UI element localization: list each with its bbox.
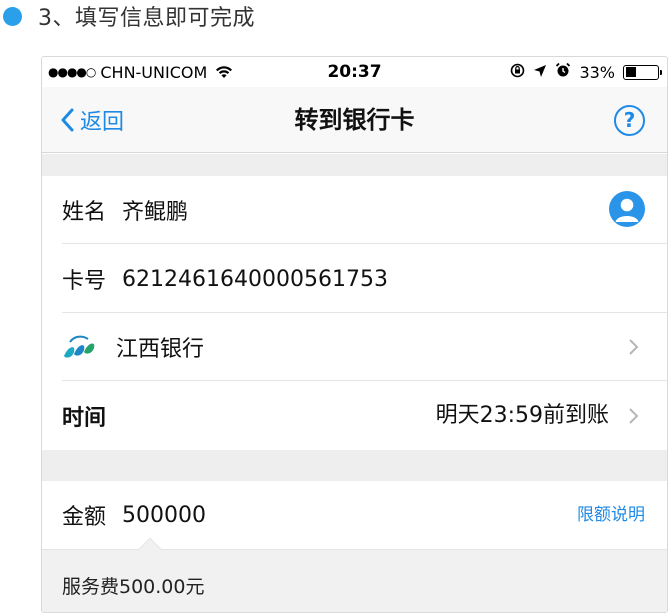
time-label: 时间 [62, 406, 107, 431]
status-bar: ●●●●○ CHN-UNICOM 20:37 33% [42, 57, 667, 87]
battery-percent: 33% [579, 62, 615, 82]
bank-logo [62, 332, 98, 362]
location-arrow-icon [533, 63, 547, 82]
step-text: 3、填写信息即可完成 [38, 6, 255, 31]
name-value[interactable]: 齐鲲鹏 [122, 194, 188, 226]
bank-name: 江西银行 [116, 337, 205, 362]
phone-screenshot: ●●●●○ CHN-UNICOM 20:37 33% 返回 转到银行卡 ? 姓名… [41, 56, 668, 613]
alarm-icon [555, 62, 571, 82]
section-divider [42, 154, 667, 176]
battery-icon [623, 64, 662, 80]
limit-info-link[interactable]: 限额说明 [577, 481, 645, 549]
service-fee-text: 服务费500.00元 [62, 576, 205, 598]
arrival-time-row[interactable]: 时间 明天23:59前到账 [42, 382, 667, 450]
fee-panel: 服务费500.00元 [42, 537, 667, 612]
card-label: 卡号 [62, 269, 107, 294]
bullet-dot [3, 6, 22, 26]
step-heading: 3、填写信息即可完成 [0, 0, 255, 32]
amount-row: 金额 500000 限额说明 [42, 481, 667, 549]
page-title: 转到银行卡 [294, 106, 415, 134]
lock-rotation-icon [510, 63, 525, 82]
help-icon[interactable]: ? [614, 105, 645, 136]
card-number[interactable]: 6212461640000561753 [122, 267, 388, 292]
chevron-right-icon [628, 338, 639, 360]
card-row: 卡号 6212461640000561753 [42, 245, 667, 313]
page: 3、填写信息即可完成 ●●●●○ CHN-UNICOM 20:37 33% 返回… [0, 0, 671, 616]
amount-input[interactable]: 500000 [122, 503, 206, 528]
contact-icon[interactable] [609, 191, 645, 227]
section-divider [42, 450, 667, 481]
name-row: 姓名 齐鲲鹏 [42, 176, 667, 244]
nav-bar: 返回 转到银行卡 ? [42, 87, 667, 153]
arrival-time-value: 明天23:59前到账 [435, 403, 609, 428]
battery-level [625, 67, 636, 77]
amount-label: 金额 [62, 505, 107, 530]
bank-row[interactable]: 江西银行 [42, 313, 667, 381]
chevron-right-icon [628, 407, 639, 429]
name-label: 姓名 [62, 200, 107, 225]
